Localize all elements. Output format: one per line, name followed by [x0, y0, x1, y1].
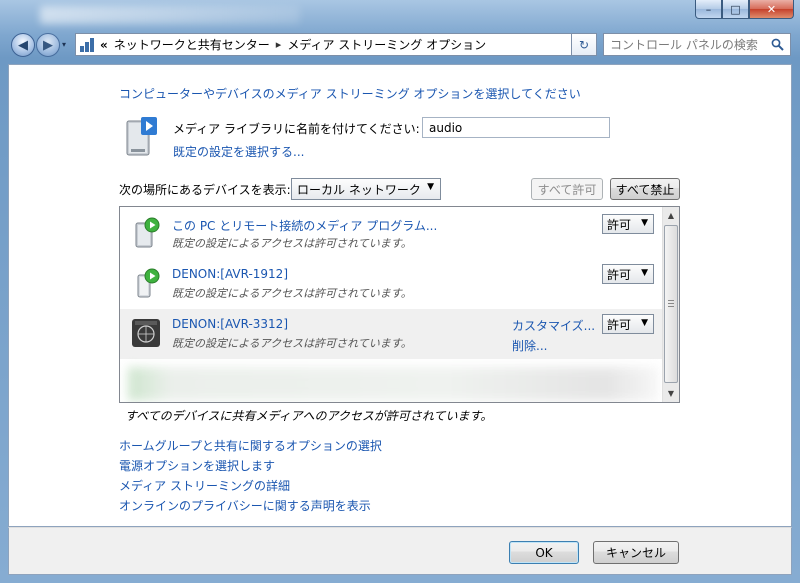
device-list[interactable]: この PC とリモート接続のメディア プログラム... 既定の設定によるアクセス… — [119, 206, 680, 403]
blurred-title-area — [40, 6, 300, 24]
permission-select[interactable]: 許可 ▼ — [602, 264, 654, 284]
remove-link[interactable]: 削除... — [512, 337, 547, 354]
content-panel: コンピューターやデバイスのメディア ストリーミング オプションを選択してください… — [8, 64, 792, 527]
back-arrow-icon: ◀ — [18, 37, 28, 53]
all-allowed-note: すべてのデバイスに共有メディアへのアクセスが許可されています。 — [125, 409, 493, 423]
block-all-button[interactable]: すべて禁止 — [610, 178, 680, 200]
device-status: 既定の設定によるアクセスは許可されています。 — [172, 237, 412, 250]
breadcrumb-network-center[interactable]: ネットワークと共有センター — [114, 36, 270, 53]
address-bar[interactable]: « ネットワークと共有センター ▸ メディア ストリーミング オプション ▾ — [75, 33, 597, 56]
permission-value: 許可 — [607, 267, 632, 282]
page-heading: コンピューターやデバイスのメディア ストリーミング オプションを選択してください — [119, 87, 581, 101]
device-row-blurred[interactable] — [120, 359, 662, 402]
scroll-down-arrow-icon[interactable]: ▼ — [663, 385, 679, 402]
minimize-button[interactable]: – — [695, 0, 722, 19]
device-row-avr-3312[interactable]: DENON:[AVR-3312] 既定の設定によるアクセスは許可されています。 … — [120, 309, 662, 359]
grip-icon — [668, 300, 674, 307]
control-panel-icon — [80, 37, 96, 52]
permission-select[interactable]: 許可 ▼ — [602, 214, 654, 234]
choose-defaults-link[interactable]: 既定の設定を選択する... — [173, 143, 304, 160]
refresh-icon: ↻ — [578, 37, 590, 52]
chevron-down-icon: ▼ — [641, 318, 648, 328]
media-device-icon — [137, 268, 160, 298]
device-row-avr-1912[interactable]: DENON:[AVR-1912] 既定の設定によるアクセスは許可されています。 … — [120, 259, 662, 309]
allow-all-button[interactable]: すべて許可 — [531, 178, 603, 200]
show-devices-label: 次の場所にあるデバイスを表示: — [119, 183, 291, 197]
device-name[interactable]: DENON:[AVR-1912] — [172, 267, 288, 281]
address-prefix[interactable]: « — [100, 38, 108, 52]
permission-value: 許可 — [607, 217, 632, 232]
chevron-down-icon: ▼ — [641, 268, 648, 278]
customize-link[interactable]: カスタマイズ... — [512, 317, 595, 334]
device-status: 既定の設定によるアクセスは許可されています。 — [172, 287, 412, 300]
pc-media-device-icon — [135, 217, 160, 248]
recent-pages-dropdown-icon[interactable]: ▾ — [62, 40, 66, 49]
related-links: ホームグループと共有に関するオプションの選択 電源オプションを選択します メディ… — [119, 437, 382, 517]
ok-button[interactable]: OK — [509, 541, 579, 564]
scroll-up-arrow-icon[interactable]: ▲ — [663, 207, 679, 224]
search-placeholder: コントロール パネルの検索 — [610, 38, 758, 52]
device-name[interactable]: この PC とリモート接続のメディア プログラム... — [172, 217, 437, 234]
denon-logo-icon — [132, 319, 160, 347]
chevron-down-icon: ▼ — [427, 182, 434, 192]
search-icon[interactable] — [771, 38, 784, 51]
back-button[interactable]: ◀ — [11, 33, 35, 57]
search-input[interactable]: コントロール パネルの検索 — [603, 33, 791, 56]
power-options-link[interactable]: 電源オプションを選択します — [119, 457, 382, 475]
location-select[interactable]: ローカル ネットワーク ▼ — [291, 178, 441, 200]
privacy-statement-link[interactable]: オンラインのプライバシーに関する声明を表示 — [119, 497, 382, 515]
library-name-field[interactable] — [422, 117, 610, 138]
location-select-value: ローカル ネットワーク — [297, 182, 421, 197]
device-status: 既定の設定によるアクセスは許可されています。 — [172, 337, 412, 350]
permission-select[interactable]: 許可 ▼ — [602, 314, 654, 334]
maximize-button[interactable]: □ — [722, 0, 749, 19]
media-streaming-details-link[interactable]: メディア ストリーミングの詳細 — [119, 477, 382, 495]
homegroup-options-link[interactable]: ホームグループと共有に関するオプションの選択 — [119, 437, 382, 455]
forward-arrow-icon: ▶ — [43, 37, 53, 53]
forward-button[interactable]: ▶ — [36, 33, 60, 57]
breadcrumb-media-streaming[interactable]: メディア ストリーミング オプション — [287, 36, 486, 53]
device-name[interactable]: DENON:[AVR-3312] — [172, 317, 288, 331]
close-button[interactable]: ✕ — [749, 0, 794, 19]
library-name-label: メディア ライブラリに名前を付けてください: — [173, 122, 420, 136]
caption-buttons: – □ ✕ — [695, 0, 794, 19]
breadcrumb-separator-icon[interactable]: ▸ — [276, 38, 282, 51]
chevron-down-icon: ▼ — [641, 218, 648, 228]
scrollbar-thumb[interactable] — [664, 225, 678, 383]
cancel-button[interactable]: キャンセル — [593, 541, 679, 564]
permission-value: 許可 — [607, 317, 632, 332]
media-library-icon — [126, 117, 157, 156]
blurred-device-entry — [128, 367, 658, 401]
window-frame: – □ ✕ ◀ ▶ ▾ « ネットワークと共有センター ▸ メディア ストリーミ… — [0, 0, 800, 583]
device-list-scrollbar[interactable]: ▲ ▼ — [662, 207, 679, 402]
device-row-this-pc[interactable]: この PC とリモート接続のメディア プログラム... 既定の設定によるアクセス… — [120, 209, 662, 259]
refresh-button[interactable]: ↻ — [571, 33, 597, 56]
dialog-footer: OK キャンセル — [8, 527, 792, 575]
